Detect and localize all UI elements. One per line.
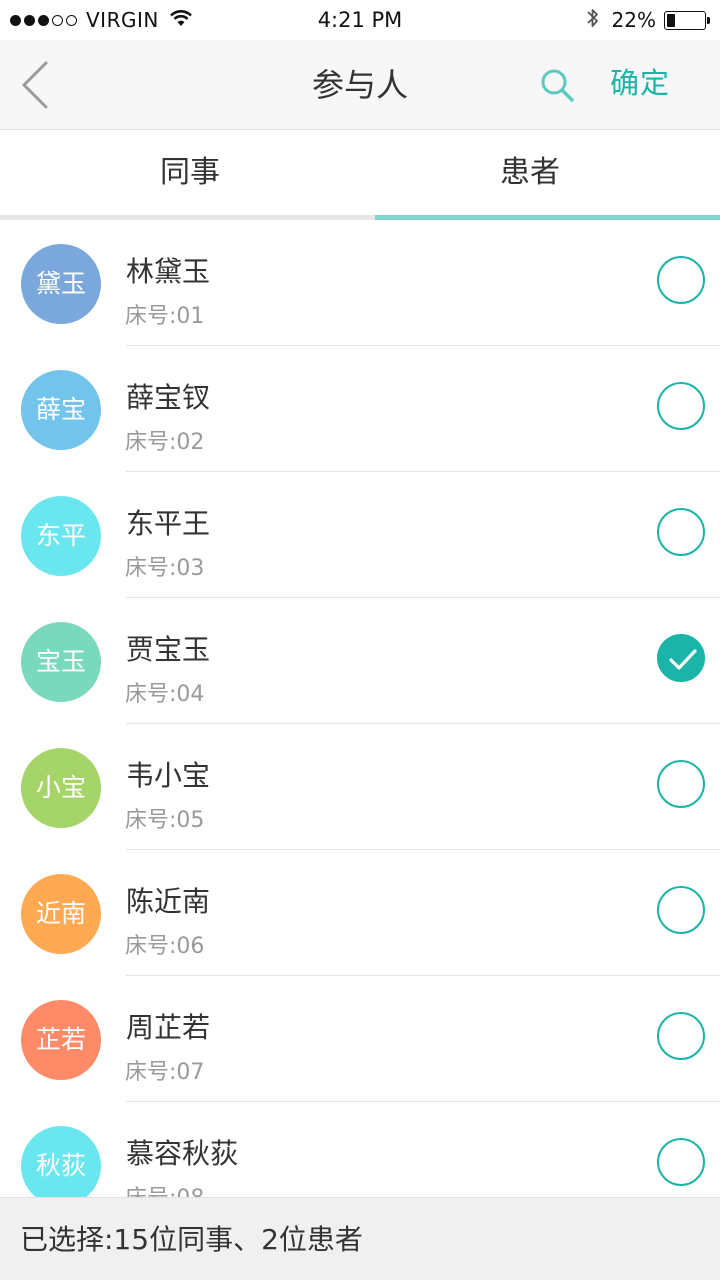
bluetooth-icon [586, 6, 600, 34]
tab-bar: 同事 患者 [0, 130, 720, 220]
selection-summary: 已选择:15位同事、2位患者 [20, 1223, 363, 1256]
signal-dot [10, 14, 21, 26]
patient-name: 贾宝玉 [126, 633, 211, 666]
unchecked-circle-icon[interactable] [657, 760, 705, 808]
list-item[interactable]: 小宝 韦小宝床号:05 [0, 724, 720, 850]
battery-area: 22% [586, 6, 710, 34]
wifi-icon [169, 9, 193, 31]
back-button[interactable] [16, 60, 56, 110]
patient-name: 东平王 [126, 507, 211, 540]
unchecked-circle-icon[interactable] [657, 508, 705, 556]
search-icon [538, 69, 578, 110]
bed-number: 床号:06 [125, 934, 205, 959]
bed-number: 床号:07 [125, 1060, 205, 1085]
bed-number: 床号:01 [125, 304, 205, 329]
avatar: 薛宝 [21, 370, 101, 450]
unchecked-circle-icon[interactable] [657, 256, 705, 304]
patient-name: 陈近南 [126, 885, 211, 918]
patient-name: 周芷若 [126, 1011, 211, 1044]
patient-list[interactable]: 黛玉 林黛玉 床号:01 薛宝 薛宝钗 床号:02 东平 东平王 床号:03 宝玉 贾宝玉 床号:04… [0, 220, 720, 1197]
status-bar: VIRGIN 4:21 PM 22% [0, 0, 720, 40]
unchecked-circle-icon[interactable] [657, 886, 705, 934]
list-item[interactable]: 芷若 周芷若床号:07 [0, 976, 720, 1102]
list-item[interactable]: 薛宝 薛宝钗床号:02 [0, 346, 720, 472]
patient-name: 薛宝钗 [126, 381, 211, 414]
avatar: 宝玉 [21, 622, 101, 702]
chevron-left-icon [16, 61, 56, 114]
list-item[interactable]: 秋荻慕容秋荻床号:08 [0, 1102, 720, 1197]
battery-percent: 22% [611, 8, 656, 32]
list-item[interactable]: 宝玉 贾宝玉床号:04 [0, 598, 720, 724]
confirm-button[interactable]: 确定 [610, 40, 670, 130]
nav-bar: 参与人 确定 [0, 40, 720, 130]
avatar: 秋荻 [21, 1126, 101, 1197]
avatar: 近南 [21, 874, 101, 954]
avatar: 东平 [21, 496, 101, 576]
list-item[interactable]: 黛玉 林黛玉床号:01 [0, 220, 720, 346]
avatar: 小宝 [21, 748, 101, 828]
list-item[interactable]: 东平 东平王床号:03 [0, 472, 720, 598]
battery-icon [664, 10, 706, 30]
bed-number: 床号:05 [125, 808, 205, 833]
list-item[interactable]: 近南 陈近南床号:06 [0, 850, 720, 976]
unchecked-circle-icon[interactable] [657, 382, 705, 430]
bed-number: 床号:02 [125, 430, 205, 455]
search-button[interactable] [538, 66, 578, 106]
signal-dot [24, 14, 35, 26]
unchecked-circle-icon[interactable] [657, 1012, 705, 1060]
avatar: 芷若 [21, 1000, 101, 1080]
patient-name: 韦小宝 [126, 759, 211, 792]
unchecked-circle-icon[interactable] [657, 1138, 705, 1186]
signal-dot [38, 14, 49, 26]
bed-number: 床号:03 [125, 556, 205, 581]
bed-number: 床号:08 [125, 1180, 204, 1197]
selection-summary-bar: 已选择:15位同事、2位患者 [0, 1197, 720, 1280]
patient-name: 林黛玉 [126, 255, 211, 288]
tab-colleagues[interactable]: 同事 [10, 130, 370, 216]
bed-number: 床号:04 [125, 682, 205, 707]
signal-dot [66, 14, 77, 26]
carrier-name: VIRGIN [86, 8, 159, 32]
signal-and-carrier: VIRGIN [10, 6, 193, 34]
tab-patients[interactable]: 患者 [350, 130, 710, 216]
patient-name: 慕容秋荻 [126, 1137, 239, 1170]
checked-circle-icon[interactable] [657, 634, 705, 682]
avatar: 黛玉 [21, 244, 101, 324]
signal-dot [52, 14, 63, 26]
